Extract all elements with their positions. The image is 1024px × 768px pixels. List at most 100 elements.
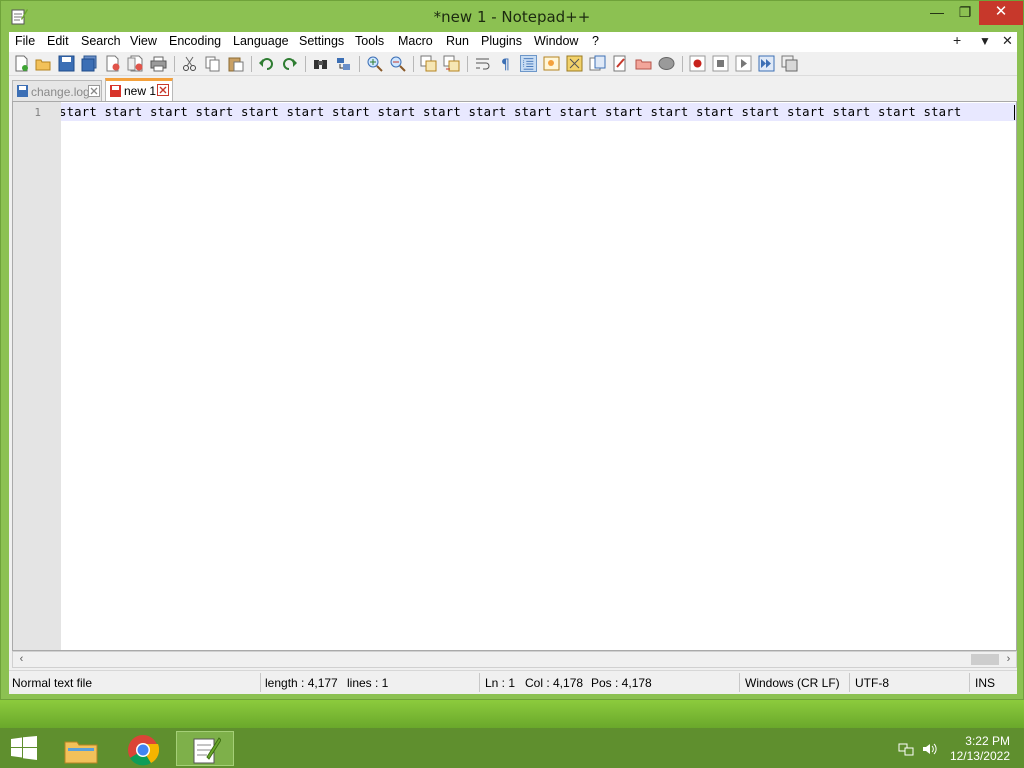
menu-tools[interactable]: Tools — [355, 34, 384, 48]
menu-encoding[interactable]: Encoding — [169, 34, 221, 48]
toolbar-separator — [467, 56, 468, 72]
windows-start-icon[interactable] — [10, 736, 38, 760]
print-icon[interactable] — [150, 55, 167, 72]
status-encoding[interactable]: UTF-8 — [855, 676, 889, 690]
menu-plugins[interactable]: Plugins — [481, 34, 522, 48]
undo-icon[interactable] — [258, 55, 275, 72]
status-ln: Ln : 1 — [485, 676, 516, 690]
unsaved-file-icon — [110, 85, 121, 97]
document-map-icon[interactable] — [566, 55, 583, 72]
status-divider — [969, 673, 970, 692]
line-number-gutter[interactable]: 1 — [13, 102, 61, 650]
title-bar[interactable]: *new 1 - Notepad++ — ❐ ✕ — [1, 1, 1023, 32]
scroll-thumb[interactable] — [971, 654, 999, 665]
menu-settings[interactable]: Settings — [299, 34, 344, 48]
menu-file[interactable]: File — [15, 34, 35, 48]
editor-text-area[interactable]: start start start start start start star… — [61, 102, 1016, 650]
text-caret — [1014, 105, 1015, 120]
copy-icon[interactable] — [204, 55, 221, 72]
horizontal-scrollbar[interactable]: ‹ › — [12, 651, 1017, 668]
close-document-icon[interactable]: ✕ — [1002, 33, 1013, 49]
sync-horizontal-icon[interactable] — [443, 55, 460, 72]
stop-recording-icon[interactable] — [712, 55, 729, 72]
user-defined-language-icon[interactable] — [543, 55, 560, 72]
status-col: Col : 4,178 — [525, 676, 584, 690]
save-macro-icon[interactable] — [781, 55, 798, 72]
record-macro-icon[interactable] — [689, 55, 706, 72]
taskbar: 3:22 PM 12/13/2022 — [0, 728, 1024, 768]
maximize-button[interactable]: ❐ — [951, 1, 979, 25]
menu-edit[interactable]: Edit — [47, 34, 69, 48]
folder-icon[interactable] — [635, 55, 652, 72]
status-divider — [479, 673, 480, 692]
close-all-icon[interactable] — [127, 55, 144, 72]
system-clock[interactable]: 3:22 PM 12/13/2022 — [950, 734, 1010, 764]
file-explorer-icon[interactable] — [52, 731, 110, 766]
scroll-left-icon[interactable]: ‹ — [13, 652, 30, 667]
show-all-characters-icon[interactable]: ¶ — [497, 55, 514, 72]
scroll-right-icon[interactable]: › — [1000, 652, 1017, 667]
toolbar-separator — [251, 56, 252, 72]
tab-change-log[interactable]: change.log — [12, 80, 102, 101]
network-icon[interactable] — [898, 741, 914, 757]
menu-view[interactable]: View — [130, 34, 157, 48]
tab-label: new 1 — [124, 84, 157, 98]
toolbar-separator — [413, 56, 414, 72]
menu-search[interactable]: Search — [81, 34, 121, 48]
toolbar: ¶ — [9, 52, 1017, 76]
menu-bar: File Edit Search View Encoding Language … — [9, 32, 1017, 52]
menu-macro[interactable]: Macro — [398, 34, 433, 48]
notepad-plus-plus-icon[interactable] — [176, 731, 234, 766]
status-pos: Pos : 4,178 — [591, 676, 652, 690]
find-icon[interactable] — [312, 55, 329, 72]
menu-run[interactable]: Run — [446, 34, 469, 48]
open-file-icon[interactable] — [35, 55, 52, 72]
status-eol[interactable]: Windows (CR LF) — [745, 676, 840, 690]
window-title: *new 1 - Notepad++ — [433, 8, 591, 26]
function-list-icon[interactable] — [589, 55, 606, 72]
indent-guide-icon[interactable] — [520, 55, 537, 72]
svg-text:¶: ¶ — [501, 57, 510, 72]
status-insert-mode[interactable]: INS — [975, 676, 995, 690]
toolbar-separator — [682, 56, 683, 72]
tab-list-dropdown-icon[interactable]: ▼ — [979, 34, 991, 48]
run-macro-multiple-icon[interactable] — [758, 55, 775, 72]
text-editor[interactable]: 1 start start start start start start st… — [12, 101, 1017, 651]
tab-new-1[interactable]: new 1 — [105, 78, 173, 101]
redo-icon[interactable] — [281, 55, 298, 72]
status-file-type: Normal text file — [12, 676, 93, 690]
saved-file-icon — [17, 85, 28, 97]
sync-vertical-icon[interactable] — [420, 55, 437, 72]
folder-as-workspace-icon[interactable] — [612, 55, 629, 72]
close-icon[interactable] — [104, 55, 121, 72]
toolbar-separator — [174, 56, 175, 72]
volume-icon[interactable] — [922, 741, 938, 757]
status-bar: Normal text file length : 4,177 lines : … — [9, 670, 1017, 694]
playback-macro-icon[interactable] — [735, 55, 752, 72]
new-file-icon[interactable] — [13, 55, 30, 72]
menu-help[interactable]: ? — [592, 34, 599, 48]
tab-label: change.log — [31, 85, 90, 99]
word-wrap-icon[interactable] — [474, 55, 491, 72]
tab-close-icon[interactable] — [88, 85, 100, 97]
paste-icon[interactable] — [227, 55, 244, 72]
clock-date: 12/13/2022 — [949, 749, 1010, 763]
menu-language[interactable]: Language — [233, 34, 289, 48]
monitoring-icon[interactable] — [658, 55, 675, 72]
line-number: 1 — [34, 106, 41, 119]
minimize-button[interactable]: — — [922, 1, 952, 25]
zoom-out-icon[interactable] — [389, 55, 406, 72]
chrome-icon[interactable] — [114, 731, 172, 766]
status-divider — [260, 673, 261, 692]
menu-window[interactable]: Window — [534, 34, 578, 48]
zoom-in-icon[interactable] — [366, 55, 383, 72]
tab-close-icon[interactable] — [157, 84, 169, 96]
desktop-background — [0, 700, 1024, 728]
replace-icon[interactable] — [335, 55, 352, 72]
save-all-icon[interactable] — [81, 55, 98, 72]
save-icon[interactable] — [58, 55, 75, 72]
cut-icon[interactable] — [181, 55, 198, 72]
new-tab-plus-icon[interactable]: + — [953, 32, 961, 48]
tab-bar: change.log new 1 — [9, 77, 1017, 101]
close-window-button[interactable]: ✕ — [979, 1, 1023, 25]
